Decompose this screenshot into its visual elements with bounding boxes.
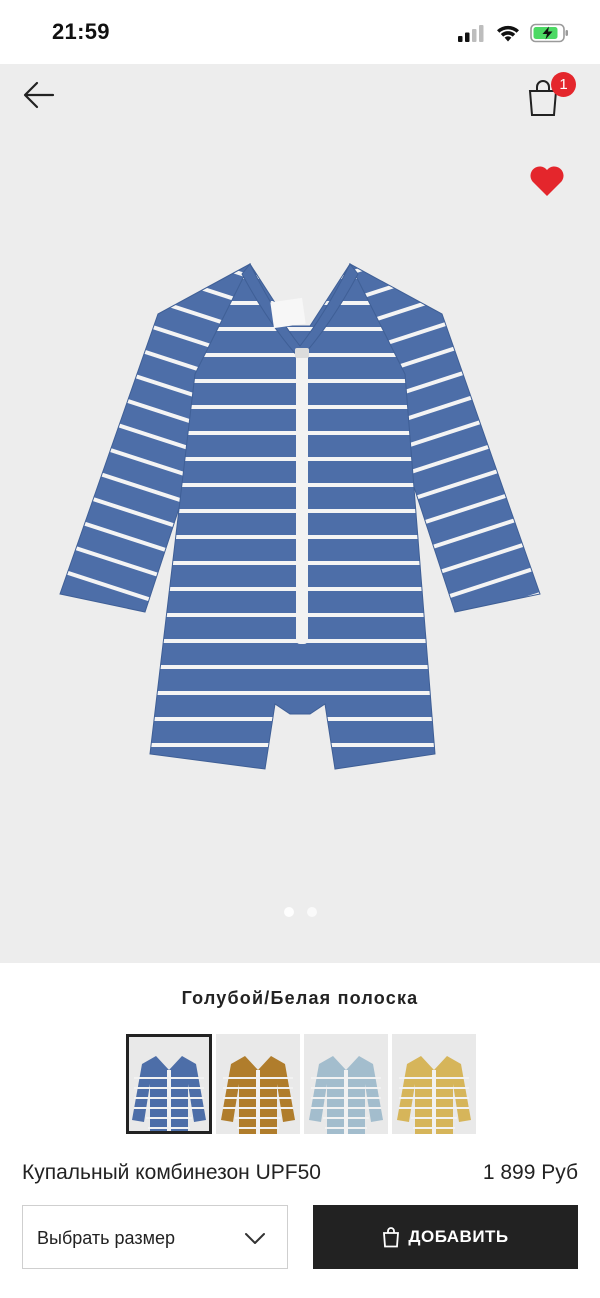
product-image	[59, 262, 541, 770]
swatch-yellow-white-stripe[interactable]	[392, 1034, 476, 1134]
heart-icon	[530, 166, 564, 196]
bag-count-badge: 1	[551, 72, 576, 97]
status-time: 21:59	[52, 19, 110, 44]
swatch-lightblue-white-stripe[interactable]	[304, 1034, 388, 1134]
product-gallery[interactable]: 1	[0, 64, 600, 963]
status-icons	[458, 22, 570, 44]
chevron-down-icon	[245, 1233, 265, 1244]
arrow-left-icon	[23, 81, 55, 109]
battery-charging-icon	[530, 23, 568, 43]
gallery-dot-2[interactable]	[306, 907, 317, 917]
add-to-bag-button[interactable]: ДОБАВИТЬ	[313, 1205, 578, 1269]
status-bar: 21:59	[0, 0, 600, 64]
product-name: Купальный комбинезон UPF50	[22, 1161, 321, 1184]
product-price: 1 899 Руб	[482, 1161, 578, 1184]
favorite-button[interactable]	[528, 164, 566, 198]
size-select-label: Выбрать размер	[37, 1228, 175, 1248]
cellular-signal-icon	[458, 25, 484, 42]
color-name: Голубой/Белая полоска	[181, 988, 419, 1008]
color-swatches	[126, 1034, 476, 1134]
swatch-image	[397, 1056, 471, 1134]
swatch-image	[221, 1056, 295, 1134]
wifi-icon	[497, 25, 519, 42]
swatch-blue-white-stripe[interactable]	[126, 1034, 212, 1134]
shopping-bag-icon	[383, 1227, 400, 1248]
shopping-bag-button[interactable]: 1	[526, 72, 576, 118]
back-button[interactable]	[18, 74, 60, 116]
swatch-mustard-white-stripe[interactable]	[216, 1034, 300, 1134]
gallery-dot-1[interactable]	[283, 907, 294, 917]
swatch-image	[309, 1056, 383, 1134]
add-to-bag-label: ДОБАВИТЬ	[408, 1227, 509, 1246]
gallery-pagination	[0, 907, 600, 917]
size-select[interactable]: Выбрать размер	[22, 1205, 288, 1269]
swatch-image	[132, 1056, 206, 1134]
